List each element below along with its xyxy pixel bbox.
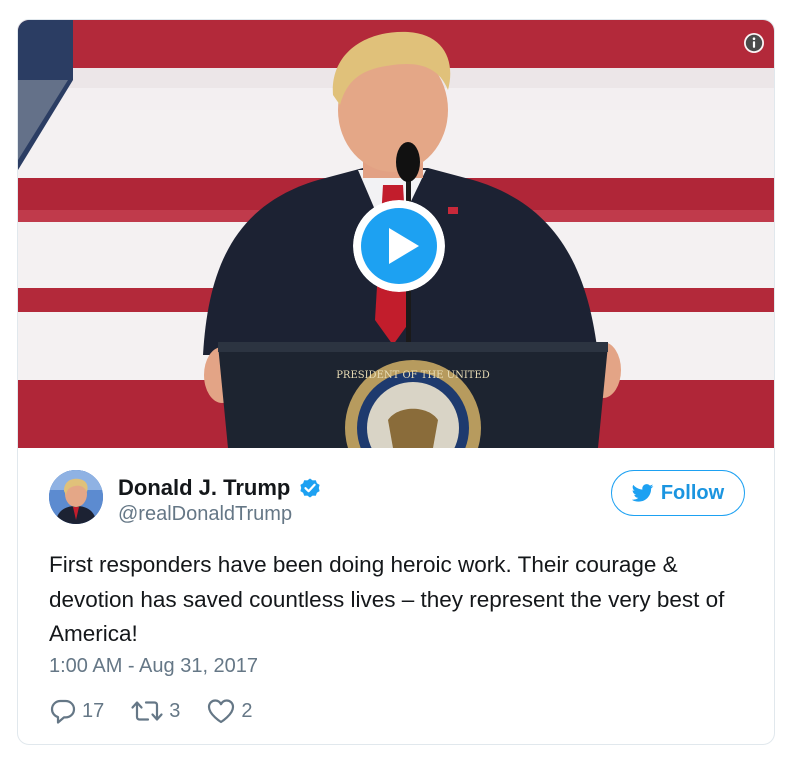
play-icon[interactable] [353,200,445,292]
reply-button[interactable]: 17 [49,697,104,725]
video-thumbnail[interactable]: PRESIDENT OF THE UNITED [18,20,774,448]
like-count: 2 [241,699,253,722]
tweet-timestamp[interactable]: 1:00 AM - Aug 31, 2017 [49,655,258,678]
tweet-text: First responders have been doing heroic … [49,552,725,646]
verified-badge-icon [300,478,320,498]
tweet-actions: 17 3 2 [49,696,279,726]
retweet-button[interactable]: 3 [130,697,180,725]
reply-icon [50,699,76,724]
retweet-count: 3 [169,699,181,722]
retweet-icon [131,701,163,721]
seal-text: PRESIDENT OF THE UNITED [336,370,490,381]
twitter-bird-icon [631,484,654,502]
reply-count: 17 [82,699,105,722]
heart-icon [208,699,235,724]
like-button[interactable]: 2 [206,697,253,725]
name-row: Donald J. Trump [118,475,322,501]
follow-button[interactable]: Follow [611,470,745,516]
user-handle[interactable]: @realDonaldTrump [118,503,292,526]
avatar-image [49,470,103,524]
info-icon[interactable] [743,32,765,54]
display-name[interactable]: Donald J. Trump [118,475,290,501]
avatar[interactable] [49,470,103,524]
tweet-header: Donald J. Trump @realDonaldTrump Follow [49,470,749,528]
tweet-card: PRESIDENT OF THE UNITED Donald J. Trump … [17,19,775,745]
follow-label: Follow [660,481,725,504]
